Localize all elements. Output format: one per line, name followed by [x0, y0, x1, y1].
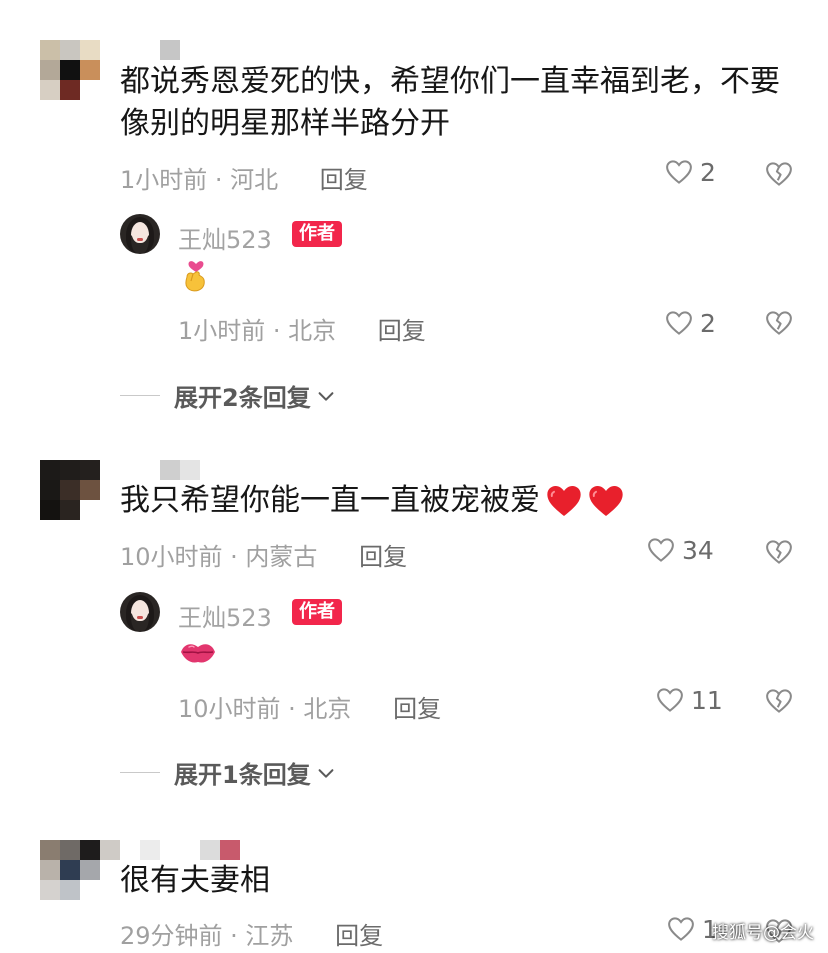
- author-name[interactable]: 王灿523: [178, 220, 272, 255]
- avatar[interactable]: [40, 40, 120, 120]
- comment-text: 都说秀恩爱死的快，希望你们一直幸福到老，不要 像别的明星那样半路分开: [120, 64, 780, 141]
- avatar[interactable]: [40, 460, 120, 540]
- time-location: 29分钟前 · 江苏: [120, 922, 294, 950]
- like-button[interactable]: 34: [646, 535, 714, 565]
- comment-meta: 29分钟前 · 江苏 回复: [120, 916, 383, 951]
- chevron-down-icon: [318, 391, 334, 401]
- red-heart-emoji: [589, 486, 623, 516]
- author-reply-meta: 1小时前 · 北京 回复: [178, 311, 426, 346]
- heart-outline-icon: [668, 917, 694, 941]
- author-name[interactable]: 王灿523: [178, 598, 272, 633]
- broken-heart-icon[interactable]: [764, 537, 794, 567]
- like-button[interactable]: 1: [666, 914, 718, 944]
- expand-replies-button[interactable]: 展开1条回复: [120, 755, 337, 790]
- like-button[interactable]: 2: [664, 308, 716, 338]
- time-location: 10小时前 · 内蒙古: [120, 543, 318, 571]
- comment-text: 很有夫妻相: [120, 863, 270, 898]
- author-badge: 作者: [292, 221, 342, 247]
- broken-heart-icon[interactable]: [764, 308, 794, 338]
- time-location: 1小时前 · 北京: [178, 317, 337, 345]
- heart-outline-icon: [666, 311, 692, 335]
- kiss-lips-emoji: [181, 644, 215, 663]
- comment-text: 我只希望你能一直一直被宠被爱: [120, 480, 626, 522]
- comment-meta: 1小时前 · 河北 回复: [120, 160, 368, 195]
- author-avatar[interactable]: [120, 592, 160, 632]
- divider: [120, 395, 160, 396]
- username-mosaic[interactable]: [160, 460, 200, 480]
- like-count: 11: [691, 685, 723, 715]
- author-badge: 作者: [292, 599, 342, 625]
- heart-outline-icon: [657, 688, 683, 712]
- like-count: 34: [682, 535, 714, 565]
- username-mosaic[interactable]: [160, 40, 180, 60]
- divider: [120, 772, 160, 773]
- red-heart-emoji: [547, 486, 581, 516]
- heart-outline-icon: [666, 160, 692, 184]
- broken-heart-icon[interactable]: [764, 686, 794, 716]
- expand-replies-button[interactable]: 展开2条回复: [120, 378, 337, 413]
- username-mosaic[interactable]: [140, 840, 240, 860]
- comment-meta: 10小时前 · 内蒙古 回复: [120, 537, 407, 572]
- like-count: 2: [700, 157, 716, 187]
- author-avatar[interactable]: [120, 214, 160, 254]
- reply-button[interactable]: 回复: [359, 543, 407, 571]
- watermark: 搜狐号@会火: [712, 923, 814, 943]
- reply-button[interactable]: 回复: [378, 317, 426, 345]
- reply-button[interactable]: 回复: [393, 695, 441, 723]
- broken-heart-icon[interactable]: [764, 159, 794, 189]
- reply-button[interactable]: 回复: [320, 166, 368, 194]
- expand-label: 展开2条回复: [174, 384, 311, 412]
- heart-outline-icon: [648, 538, 674, 562]
- like-count: 2: [700, 308, 716, 338]
- chevron-down-icon: [318, 768, 334, 778]
- finger-heart-emoji: [185, 261, 205, 292]
- avatar[interactable]: [40, 840, 120, 920]
- expand-label: 展开1条回复: [174, 761, 311, 789]
- reply-button[interactable]: 回复: [335, 922, 383, 950]
- time-location: 10小时前 · 北京: [178, 695, 352, 723]
- time-location: 1小时前 · 河北: [120, 166, 279, 194]
- author-reply-meta: 10小时前 · 北京 回复: [178, 689, 441, 724]
- like-button[interactable]: 2: [664, 157, 716, 187]
- like-button[interactable]: 11: [655, 685, 723, 715]
